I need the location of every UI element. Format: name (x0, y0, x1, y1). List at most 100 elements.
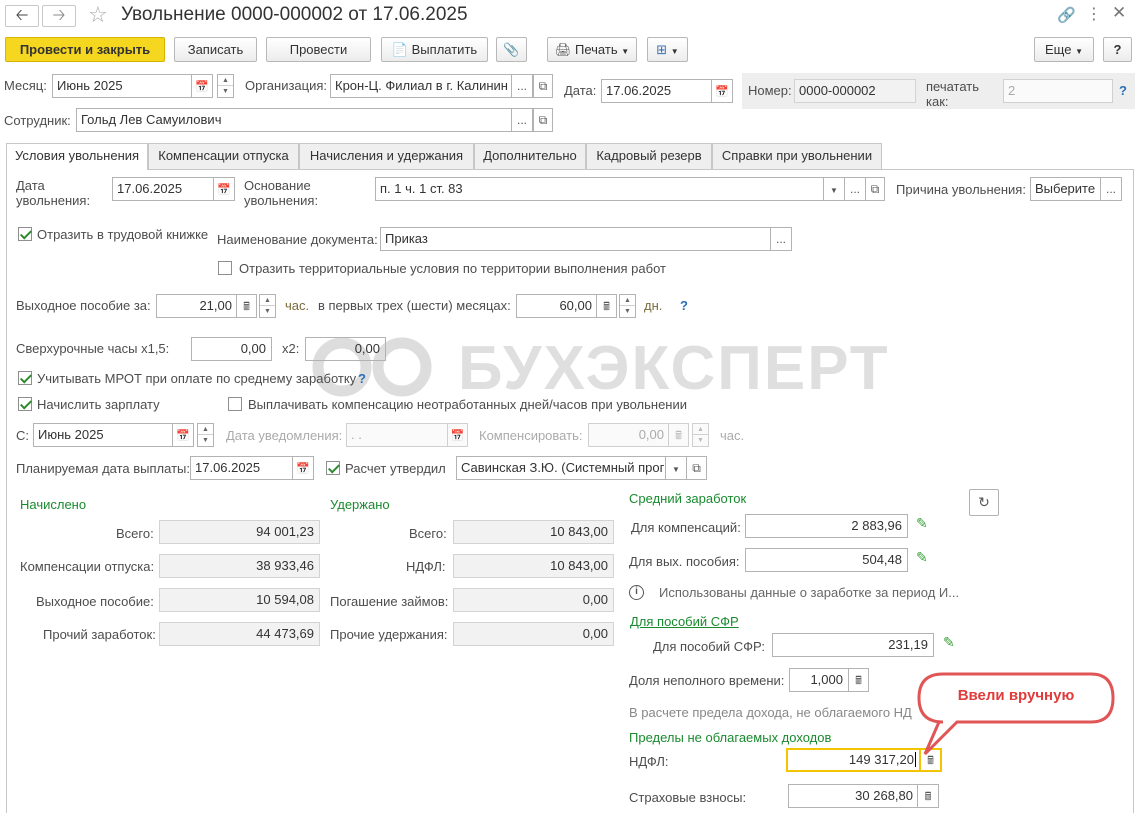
calc-salary-checkbox[interactable] (18, 397, 32, 411)
insurance-calc-button[interactable]: 🖩 (917, 784, 939, 808)
approved-open-button[interactable]: ⧉ (686, 456, 707, 480)
forward-button[interactable]: 🡢 (42, 5, 76, 27)
date-label: Дата: (564, 83, 597, 98)
planned-pay-calendar-button[interactable]: 📅 (292, 456, 314, 480)
compensate-field[interactable]: 0,00 (588, 423, 670, 447)
overtime-15-field[interactable]: 0,00 (191, 337, 272, 361)
org-select-button[interactable]: ... (511, 74, 533, 98)
notice-date-calendar-button[interactable]: 📅 (447, 423, 468, 447)
open-link-icon: ⧉ (538, 113, 548, 127)
create-based-on-button[interactable]: ⊞ ▼ (647, 37, 688, 62)
org-field[interactable]: Крон-Ц. Филиал в г. Калинин (330, 74, 512, 98)
reflect-workbook-label: Отразить в трудовой книжке (37, 227, 209, 242)
overtime-2-field[interactable]: 0,00 (305, 337, 386, 361)
basis-open-button[interactable]: ⧉ (865, 177, 885, 201)
insurance-field[interactable]: 30 268,80 (788, 784, 919, 808)
close-icon[interactable]: ✕ (1112, 3, 1126, 23)
planned-pay-field[interactable]: 17.06.2025 (190, 456, 294, 480)
compensate-spinner[interactable]: ▲ ▼ (692, 423, 709, 447)
number-label: Номер: (748, 83, 792, 98)
mrot-checkbox[interactable] (18, 371, 32, 385)
territorial-checkbox[interactable] (218, 261, 232, 275)
approved-field[interactable]: Савинская З.Ю. (Системный прог (456, 456, 667, 480)
tab-dismissal-conditions[interactable]: Условия увольнения (6, 143, 148, 170)
approved-dropdown-button[interactable]: ▼ (665, 456, 687, 480)
save-button[interactable]: Записать (174, 37, 257, 62)
print-as-help-icon[interactable]: ? (1119, 83, 1127, 98)
avg-severance-edit-icon[interactable]: ✎ (916, 549, 928, 566)
favorite-star-icon[interactable]: ☆ (88, 2, 108, 28)
dismissal-date-calendar-button[interactable]: 📅 (213, 177, 235, 201)
refresh-button[interactable]: ↻ (969, 489, 999, 516)
comp-unit: час. (720, 428, 745, 443)
doc-name-select-button[interactable]: ... (770, 227, 792, 251)
part-time-field[interactable]: 1,000 (789, 668, 849, 692)
basis-field[interactable]: п. 1 ч. 1 ст. 83 (375, 177, 825, 201)
calculator-icon: 🖩 (603, 301, 610, 313)
compensate-calc-button[interactable]: 🖩 (668, 423, 689, 447)
post-and-close-button[interactable]: Провести и закрыть (5, 37, 165, 62)
attach-button[interactable]: 📎 (496, 37, 527, 62)
insurance-label: Страховые взносы: (629, 790, 747, 805)
month-calendar-button[interactable]: 📅 (191, 74, 213, 98)
employee-field[interactable]: Гольд Лев Самуилович (76, 108, 513, 132)
approved-checkbox[interactable] (326, 461, 340, 475)
severance-hours-field[interactable]: 21,00 (156, 294, 238, 318)
pay-comp-checkbox[interactable] (228, 397, 242, 411)
calendar-icon: 📅 (715, 86, 729, 98)
notice-date-field[interactable]: . . (346, 423, 449, 447)
withheld-ndfl-field: 10 843,00 (453, 554, 614, 578)
avg-comp-edit-icon[interactable]: ✎ (916, 515, 928, 532)
print-as-field[interactable]: 2 (1003, 79, 1113, 103)
menu-dots-icon[interactable]: ⋮ (1086, 4, 1102, 24)
avg-comp-field[interactable]: 2 883,96 (745, 514, 908, 538)
reason-field[interactable]: Выберите (1030, 177, 1102, 201)
post-button[interactable]: Провести (266, 37, 371, 62)
reflect-workbook-checkbox[interactable] (18, 227, 32, 241)
date-field[interactable]: 17.06.2025 (601, 79, 713, 103)
employee-select-button[interactable]: ... (511, 108, 533, 132)
from-calendar-button[interactable]: 📅 (172, 423, 194, 447)
back-button[interactable]: 🡠 (5, 5, 39, 27)
from-field[interactable]: Июнь 2025 (33, 423, 173, 447)
open-link-icon: ⧉ (692, 461, 701, 475)
limit-ndfl-field[interactable]: 149 317,20 (786, 748, 921, 772)
date-calendar-button[interactable]: 📅 (711, 79, 733, 103)
doc-name-field[interactable]: Приказ (380, 227, 772, 251)
pay-button[interactable]: 📄 Выплатить (381, 37, 488, 62)
month-spinner[interactable]: ▲ ▼ (217, 74, 234, 98)
first-months-spinner[interactable]: ▲ ▼ (619, 294, 636, 318)
basis-dropdown-button[interactable]: ▼ (823, 177, 845, 201)
help-button[interactable]: ? (1103, 37, 1132, 62)
number-field[interactable]: 0000-000002 (794, 79, 916, 103)
link-icon[interactable]: 🔗 (1057, 6, 1076, 24)
tab-vacation-compensation[interactable]: Компенсации отпуска (148, 143, 299, 169)
severance-help-icon[interactable]: ? (680, 298, 688, 313)
employee-open-button[interactable]: ⧉ (533, 108, 553, 132)
severance-spinner[interactable]: ▲ ▼ (259, 294, 276, 318)
tab-additional[interactable]: Дополнительно (474, 143, 586, 169)
calculator-icon: 🖩 (675, 430, 682, 442)
org-label: Организация: (245, 78, 328, 93)
reason-select-button[interactable]: ... (1100, 177, 1122, 201)
tab-dismissal-certificates[interactable]: Справки при увольнении (712, 143, 882, 169)
dismissal-date-field[interactable]: 17.06.2025 (112, 177, 215, 201)
part-time-label: Доля неполного времени: (629, 673, 785, 688)
print-button[interactable]: 🖨 Печать ▼ (547, 37, 637, 62)
severance-calc-button[interactable]: 🖩 (236, 294, 257, 318)
basis-select-button[interactable]: ... (844, 177, 866, 201)
first-months-days-field[interactable]: 60,00 (516, 294, 598, 318)
sfr-link[interactable]: Для пособий СФР (630, 614, 739, 629)
from-spinner[interactable]: ▲ ▼ (197, 423, 214, 447)
first-months-calc-button[interactable]: 🖩 (596, 294, 617, 318)
sfr-field[interactable]: 231,19 (772, 633, 934, 657)
tab-accruals-deductions[interactable]: Начисления и удержания (299, 143, 474, 169)
more-button[interactable]: Еще ▼ (1034, 37, 1094, 62)
org-open-button[interactable]: ⧉ (533, 74, 553, 98)
mrot-help-icon[interactable]: ? (358, 371, 366, 386)
avg-severance-field[interactable]: 504,48 (745, 548, 908, 572)
tab-hr-reserve[interactable]: Кадровый резерв (586, 143, 712, 169)
sfr-edit-icon[interactable]: ✎ (943, 634, 955, 651)
month-field[interactable]: Июнь 2025 (52, 74, 192, 98)
part-time-calc-button[interactable]: 🖩 (848, 668, 869, 692)
